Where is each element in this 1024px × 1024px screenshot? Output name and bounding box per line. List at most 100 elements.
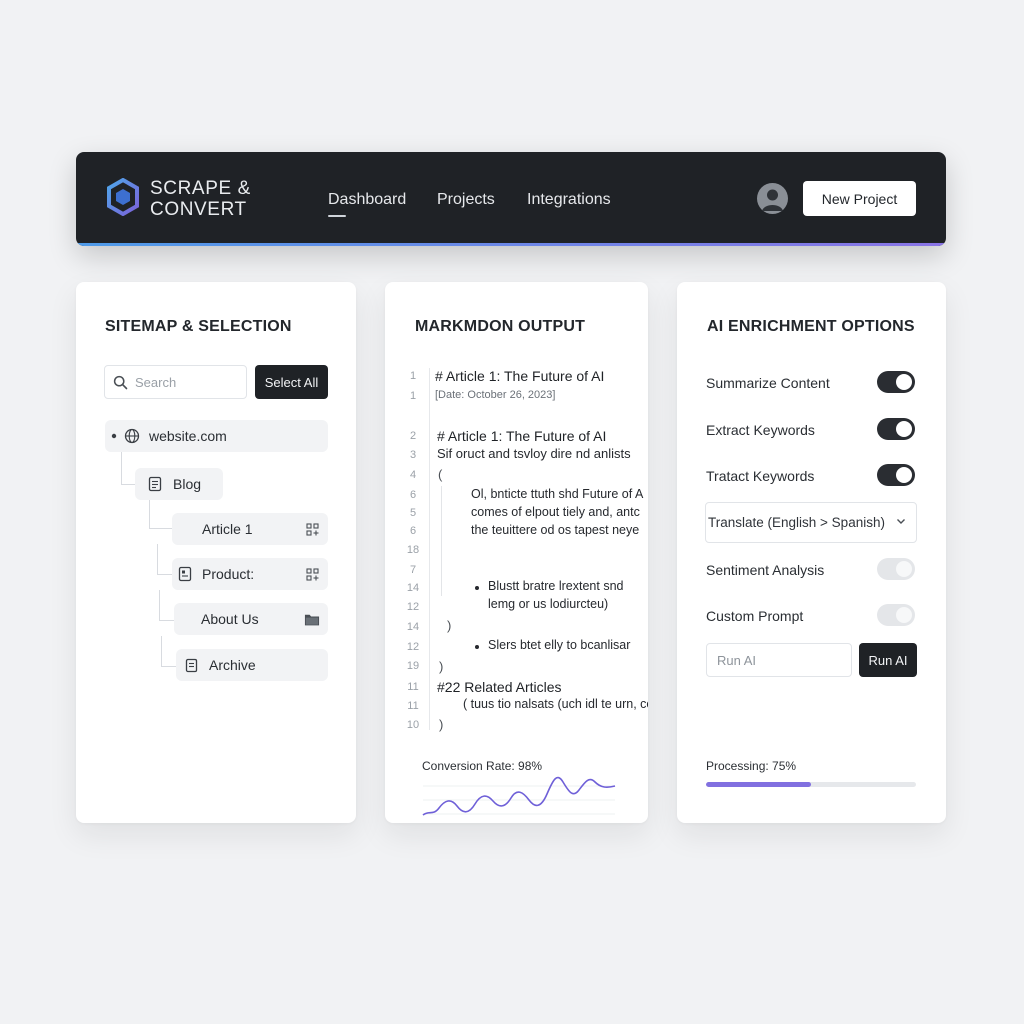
code-line: # Article 1: The Future of AI bbox=[437, 428, 607, 444]
tree-item-label: Blog bbox=[173, 476, 202, 492]
tree-item-label: Archive bbox=[209, 657, 256, 673]
line-number: 1 bbox=[409, 390, 417, 402]
markdown-output-card: MARKMDON OUTPUT 1 # Article 1: The Futur… bbox=[385, 282, 648, 823]
tree-item-archive[interactable]: Archive bbox=[176, 649, 328, 681]
toggle-extract[interactable] bbox=[877, 418, 915, 440]
line-number: 12 bbox=[406, 641, 420, 653]
ai-title: AI ENRICHMENT OPTIONS bbox=[707, 318, 915, 335]
toggle-sentiment[interactable] bbox=[877, 558, 915, 580]
toggle-summarize[interactable] bbox=[877, 371, 915, 393]
markdown-title: MARKMDON OUTPUT bbox=[415, 318, 586, 335]
tree-item-article-1[interactable]: Article 1 bbox=[172, 513, 328, 545]
translate-select[interactable]: Translate (English > Spanish) bbox=[705, 502, 917, 543]
new-project-button[interactable]: New Project bbox=[803, 181, 916, 216]
line-number: 18 bbox=[406, 544, 420, 556]
options-icon[interactable] bbox=[304, 521, 320, 537]
tree-connector bbox=[161, 636, 162, 666]
line-number: 14 bbox=[406, 582, 420, 594]
code-line: # Article 1: The Future of AI bbox=[435, 368, 605, 384]
code-line: lemg or us lodiurcteu) bbox=[488, 597, 609, 611]
tree-connector bbox=[159, 590, 160, 620]
code-editor[interactable]: 1 # Article 1: The Future of AI 1 [Date:… bbox=[385, 368, 648, 738]
tree-connector bbox=[161, 666, 176, 667]
progress-bar bbox=[706, 782, 916, 787]
line-number: 11 bbox=[407, 700, 419, 712]
code-line: ( bbox=[438, 467, 443, 482]
tree-item-label: Product: bbox=[202, 566, 255, 582]
logo-icon bbox=[107, 178, 139, 216]
user-avatar[interactable] bbox=[757, 183, 788, 214]
line-number: 11 bbox=[407, 681, 419, 693]
tree-connector bbox=[157, 544, 158, 574]
line-number: 12 bbox=[406, 601, 420, 613]
tree-item-products[interactable]: Product: bbox=[172, 558, 328, 590]
toggle-knob bbox=[896, 467, 912, 483]
sitemap-title: SITEMAP & SELECTION bbox=[105, 318, 292, 335]
options-icon[interactable] bbox=[304, 566, 320, 582]
tree-item-label: About Us bbox=[201, 611, 259, 627]
line-number: 10 bbox=[406, 719, 420, 731]
chevron-down-icon bbox=[897, 519, 905, 524]
nav-dashboard[interactable]: Dashboard bbox=[328, 190, 406, 217]
sitemap-search[interactable] bbox=[104, 365, 247, 399]
option-summarize-label: Summarize Content bbox=[706, 375, 830, 391]
code-line: comes of elpout tiely and, antc bbox=[471, 505, 640, 519]
code-line: the teuittere od os tapest neye bbox=[471, 523, 640, 537]
tree-connector bbox=[159, 620, 174, 621]
code-line: Sif oruct and tsvloy dire nd anlists bbox=[437, 446, 631, 461]
run-ai-button[interactable]: Run AI bbox=[859, 643, 917, 677]
code-line: Ol, bnticte ttuth shd Future of A bbox=[471, 487, 644, 501]
custom-prompt-input[interactable] bbox=[706, 643, 852, 677]
bullet-icon bbox=[475, 645, 479, 649]
code-line: Blustt bratre lrextent snd bbox=[488, 579, 624, 593]
search-icon bbox=[113, 375, 128, 389]
tree-connector bbox=[149, 528, 172, 529]
brand-line-2: CONVERT bbox=[150, 199, 247, 220]
code-line: ) bbox=[439, 659, 444, 674]
sparkline-chart bbox=[422, 776, 616, 816]
tree-item-blog[interactable]: Blog bbox=[135, 468, 223, 500]
line-number: 6 bbox=[409, 525, 417, 537]
toggle-knob bbox=[896, 607, 912, 623]
page-icon bbox=[178, 566, 192, 582]
line-number: 2 bbox=[409, 430, 417, 442]
option-sentiment-label: Sentiment Analysis bbox=[706, 562, 825, 578]
collapse-bullet-icon[interactable] bbox=[111, 433, 117, 439]
globe-icon bbox=[124, 428, 140, 444]
line-number: 3 bbox=[409, 449, 417, 461]
select-all-button[interactable]: Select All bbox=[255, 365, 328, 399]
toggle-knob bbox=[896, 421, 912, 437]
nav-projects[interactable]: Projects bbox=[437, 190, 495, 210]
tree-connector bbox=[121, 452, 122, 485]
option-tratact-label: Tratact Keywords bbox=[706, 468, 815, 484]
line-number: 4 bbox=[409, 469, 417, 481]
code-line: Slers btet elly to bcanlisar bbox=[488, 638, 631, 652]
toggle-knob bbox=[896, 561, 912, 577]
code-line: #22 Related Articles bbox=[437, 679, 562, 695]
code-line: ) bbox=[447, 618, 452, 633]
tree-item-label: website.com bbox=[149, 428, 227, 444]
line-number: 6 bbox=[409, 489, 417, 501]
toggle-custom-prompt[interactable] bbox=[877, 604, 915, 626]
gutter-divider bbox=[429, 368, 430, 730]
option-custom-prompt-label: Custom Prompt bbox=[706, 608, 804, 624]
code-line: ( tuus tio nalsats (uch idl te urn, ce bbox=[463, 697, 648, 711]
search-input[interactable] bbox=[135, 374, 235, 390]
folder-icon[interactable] bbox=[304, 611, 320, 627]
line-number: 7 bbox=[409, 564, 417, 576]
code-line: ) bbox=[439, 717, 444, 732]
line-number: 5 bbox=[409, 507, 417, 519]
tree-item-root[interactable]: website.com bbox=[105, 420, 328, 452]
nav-integrations[interactable]: Integrations bbox=[527, 190, 611, 210]
indent-guide bbox=[441, 486, 442, 596]
tree-item-about-us[interactable]: About Us bbox=[174, 603, 328, 635]
document-icon bbox=[148, 476, 162, 492]
document-icon bbox=[185, 658, 198, 673]
toggle-tratact[interactable] bbox=[877, 464, 915, 486]
progress-fill bbox=[706, 782, 811, 787]
code-line: [Date: October 26, 2023] bbox=[435, 389, 556, 401]
tree-connector bbox=[149, 497, 150, 529]
option-extract-label: Extract Keywords bbox=[706, 422, 815, 438]
line-number: 1 bbox=[409, 370, 417, 382]
user-icon bbox=[762, 189, 783, 211]
